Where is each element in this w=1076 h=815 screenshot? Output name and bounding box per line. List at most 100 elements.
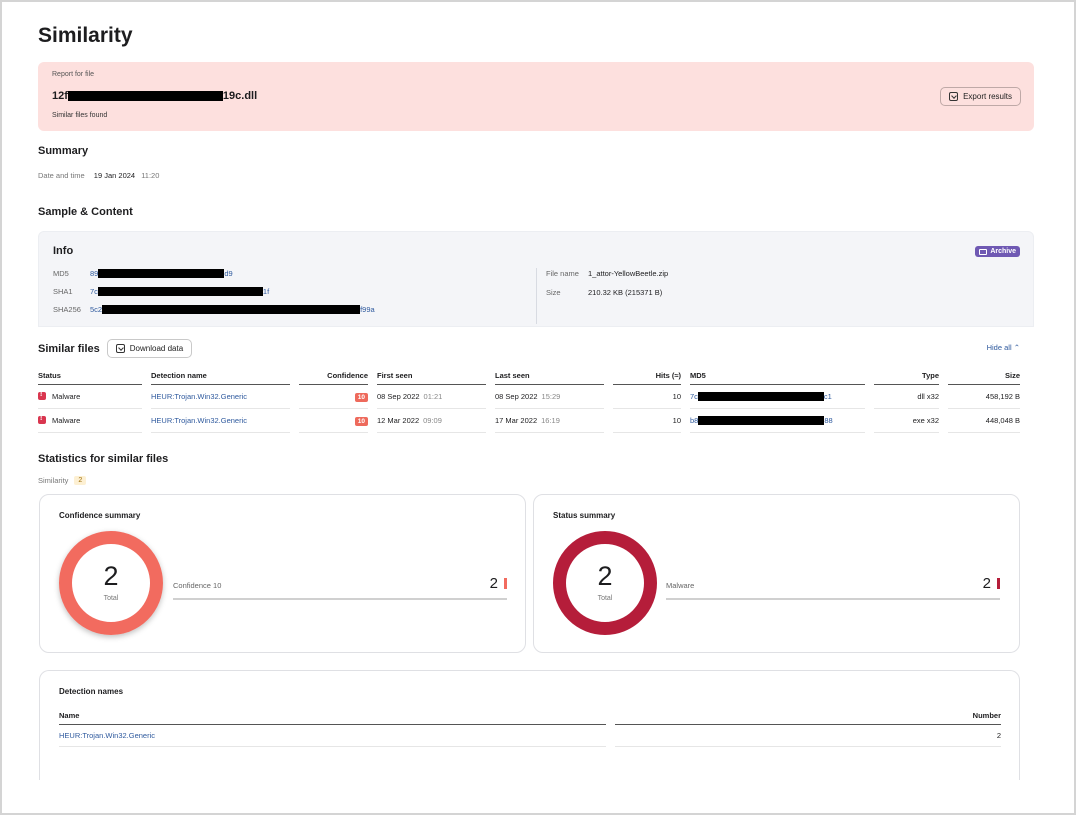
last-seen-date: 17 Mar 2022 <box>495 416 538 425</box>
similarity-count-row: Similarity 2 <box>38 476 87 485</box>
redaction-bar <box>98 269 225 278</box>
size-cell: 448,048 B <box>948 409 1020 433</box>
sha256-label: SHA256 <box>53 305 81 314</box>
sha1-link-suffix[interactable]: 1f <box>263 287 269 296</box>
confidence-badge: 10 <box>354 392 368 402</box>
md5-row: MD5 89 d9 <box>53 269 233 278</box>
first-seen-cell: 12 Mar 2022 09:09 <box>377 409 486 433</box>
confidence-color-bar <box>504 578 507 589</box>
md5-link-prefix[interactable]: 7c <box>690 392 698 401</box>
table-row[interactable]: Malware HEUR:Trojan.Win32.Generic 10 12 … <box>38 409 1020 433</box>
malware-icon <box>38 415 46 424</box>
page-title: Similarity <box>38 24 133 47</box>
detection-number-cell: 2 <box>615 725 1001 747</box>
table-row[interactable]: HEUR:Trojan.Win32.Generic 2 <box>59 725 1001 747</box>
sha1-label: SHA1 <box>53 287 73 296</box>
redaction-bar <box>97 287 263 296</box>
column-header[interactable]: Confidence <box>299 369 368 385</box>
status-legend-value: 2 <box>982 575 991 592</box>
export-results-label: Export results <box>963 92 1012 101</box>
confidence-badge: 10 <box>354 416 368 426</box>
md5-link-prefix[interactable]: 89 <box>90 269 98 278</box>
download-icon <box>949 92 959 101</box>
status-legend-label: Malware <box>666 580 695 590</box>
confidence-summary-card: Confidence summary 2 Total Confidence 10… <box>39 494 526 653</box>
detection-link[interactable]: HEUR:Trojan.Win32.Generic <box>151 416 247 425</box>
folder-icon <box>979 248 988 255</box>
similar-files-header: Similar files Download data Hide all ⌃ <box>38 339 1020 358</box>
download-data-button[interactable]: Download data <box>106 339 193 358</box>
last-seen-time: 16:19 <box>541 416 560 425</box>
date-value: 19 Jan 2024 <box>93 171 136 180</box>
time-value: 11:20 <box>141 171 160 180</box>
confidence-total-label: Total <box>103 595 119 602</box>
detection-names-card: Detection names Name Number HEUR:Trojan.… <box>39 670 1020 780</box>
detection-link[interactable]: HEUR:Trojan.Win32.Generic <box>151 392 247 401</box>
statistics-heading: Statistics for similar files <box>38 453 169 465</box>
column-header[interactable]: MD5 <box>690 369 865 385</box>
status-cell: Malware <box>38 409 142 433</box>
type-cell: exe x32 <box>874 409 939 433</box>
filename-value: 1_attor-YellowBeetle.zip <box>588 269 669 278</box>
last-seen-cell: 08 Sep 2022 15:29 <box>495 385 604 409</box>
info-title: Info <box>53 245 74 257</box>
redaction-bar <box>698 416 825 426</box>
sha256-link-suffix[interactable]: f99a <box>360 305 375 314</box>
first-seen-time: 01:21 <box>423 392 443 401</box>
summary-datetime: Date and time 19 Jan 2024 11:20 <box>38 171 166 180</box>
column-header[interactable]: Status <box>38 369 142 385</box>
file-name-suffix: 19c.dll <box>222 90 258 102</box>
report-file-name: 12f 19c.dll <box>52 90 257 102</box>
md5-cell: b8 88 <box>690 409 865 433</box>
similar-files-table: Status Detection name Confidence First s… <box>38 369 1020 433</box>
table-header-row: Name Number <box>59 709 1001 725</box>
column-header[interactable]: Size <box>948 369 1020 385</box>
summary-heading: Summary <box>38 145 89 157</box>
status-donut-chart: 2 Total <box>553 531 657 635</box>
column-header[interactable]: First seen <box>377 369 486 385</box>
download-icon <box>115 344 125 353</box>
first-seen-date: 08 Sep 2022 <box>377 392 420 401</box>
last-seen-date: 08 Sep 2022 <box>495 392 538 401</box>
malware-icon <box>38 391 46 400</box>
md5-link-suffix[interactable]: d9 <box>224 269 232 278</box>
detection-link[interactable]: HEUR:Trojan.Win32.Generic <box>59 731 155 740</box>
redaction-bar <box>67 91 223 101</box>
report-status: Similar files found <box>52 112 108 119</box>
sha1-link-prefix[interactable]: 7c <box>90 287 98 296</box>
sha1-row: SHA1 7c 1f <box>53 287 269 296</box>
size-value: 210.32 KB (215371 B) <box>588 288 663 297</box>
redaction-bar <box>102 305 361 314</box>
md5-link-suffix[interactable]: c1 <box>824 392 832 401</box>
column-header[interactable]: Detection name <box>151 369 290 385</box>
column-header[interactable]: Name <box>59 709 606 725</box>
size-cell: 458,192 B <box>948 385 1020 409</box>
table-row[interactable]: Malware HEUR:Trojan.Win32.Generic 10 08 … <box>38 385 1020 409</box>
hits-cell: 10 <box>613 409 681 433</box>
column-header[interactable]: Number <box>615 709 1001 725</box>
hide-all-label: Hide all <box>986 343 1012 352</box>
hide-all-link[interactable]: Hide all ⌃ <box>987 343 1020 352</box>
export-results-button[interactable]: Export results <box>940 87 1021 106</box>
last-seen-time: 15:29 <box>541 392 561 401</box>
column-header[interactable]: Last seen <box>495 369 604 385</box>
first-seen-date: 12 Mar 2022 <box>377 416 420 425</box>
status-text: Malware <box>52 416 81 425</box>
type-cell: dll x32 <box>874 385 939 409</box>
first-seen-cell: 08 Sep 2022 01:21 <box>377 385 486 409</box>
confidence-cell: 10 <box>299 409 368 433</box>
confidence-legend-row: Confidence 10 2 <box>173 575 507 600</box>
confidence-summary-title: Confidence summary <box>59 511 141 520</box>
sha256-link-prefix[interactable]: 5c2 <box>90 305 102 314</box>
confidence-cell: 10 <box>299 385 368 409</box>
column-header[interactable]: Hits (≈) <box>613 369 681 385</box>
sample-content-heading: Sample & Content <box>38 206 133 218</box>
confidence-total-value: 2 <box>103 561 119 591</box>
column-header[interactable]: Type <box>874 369 939 385</box>
md5-link-prefix[interactable]: b8 <box>690 416 698 425</box>
report-label: Report for file <box>52 71 95 78</box>
filename-row: File name 1_attor-YellowBeetle.zip <box>546 269 668 278</box>
size-row: Size 210.32 KB (215371 B) <box>546 288 662 297</box>
md5-link-suffix[interactable]: 88 <box>824 416 832 425</box>
detection-cell: HEUR:Trojan.Win32.Generic <box>151 409 290 433</box>
